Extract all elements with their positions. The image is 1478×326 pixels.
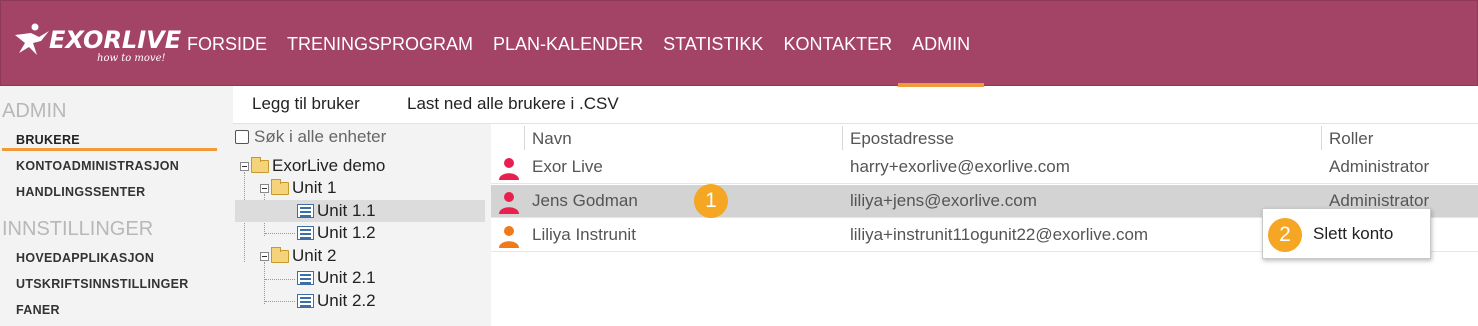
sidebar-item-utskriftsinnstillinger[interactable]: UTSKRIFTSINNSTILLINGER: [16, 277, 189, 291]
step-badge-1: 1: [694, 184, 728, 218]
collapse-icon[interactable]: [240, 161, 249, 171]
runner-logo-icon: [15, 23, 49, 55]
user-email: liliya+jens@exorlive.com: [850, 191, 1037, 210]
folder-icon: [271, 178, 289, 195]
sidebar-item-kontoadministrasjon[interactable]: KONTOADMINISTRASJON: [16, 159, 179, 173]
tree-node-label: Unit 1.2: [317, 223, 376, 242]
search-all-units[interactable]: Søk i alle enheter: [235, 126, 386, 148]
sidebar-active-indicator: [2, 148, 217, 151]
sidebar-section-innstillinger: INNSTILLINGER: [2, 218, 154, 240]
tree-connector: [265, 301, 295, 302]
folder-icon: [271, 246, 289, 263]
column-header-epostadresse[interactable]: Epostadresse: [850, 129, 954, 149]
user-toolbar: Legg til bruker Last ned alle brukere i …: [233, 86, 1478, 124]
context-menu: 2 Slett konto: [1262, 208, 1431, 259]
nav-item-statistikk[interactable]: STATISTIKK: [653, 1, 773, 87]
collapse-icon[interactable]: [260, 183, 269, 193]
tree-node-exorlive-demo[interactable]: ExorLive demo: [240, 155, 385, 177]
tree-node-label: Unit 2: [292, 246, 337, 265]
tree-node-unit-2-1[interactable]: Unit 2.1: [297, 267, 376, 289]
sidebar-item-hovedapplikasjon[interactable]: HOVEDAPPLIKASJON: [16, 251, 154, 265]
user-email: harry+exorlive@exorlive.com: [850, 157, 1070, 176]
unit-icon: [297, 204, 314, 218]
sidebar-item-faner[interactable]: FANER: [16, 303, 60, 317]
tree-node-unit-1-1[interactable]: Unit 1.1: [297, 200, 376, 222]
tree-node-label: Unit 2.1: [317, 268, 376, 287]
exorlive-logo[interactable]: EXORLIVE how to move!: [11, 19, 181, 71]
user-icon: [499, 226, 519, 248]
tree-connector: [265, 279, 295, 280]
sidebar-item-handlingssenter[interactable]: HANDLINGSSENTER: [16, 185, 146, 199]
user-role: Administrator: [1329, 157, 1430, 176]
tree-node-label: Unit 2.2: [317, 291, 376, 310]
nav-item-treningsprogram[interactable]: TRENINGSPROGRAM: [277, 1, 483, 87]
user-icon: [499, 192, 519, 214]
tree-node-label: ExorLive demo: [272, 156, 386, 175]
tree-node-label: Unit 1.1: [317, 201, 376, 220]
tree-node-unit-1-2[interactable]: Unit 1.2: [297, 222, 376, 244]
tree-node-unit-2-2[interactable]: Unit 2.2: [297, 290, 376, 312]
step-badge-2: 2: [1268, 218, 1302, 252]
folder-icon: [251, 156, 269, 173]
search-all-units-checkbox[interactable]: [235, 130, 249, 144]
table-row[interactable]: Exor Live harry+exorlive@exorlive.com Ad…: [491, 151, 1478, 184]
tree-node-unit-2[interactable]: Unit 2: [260, 245, 336, 267]
tree-connector: [265, 233, 295, 234]
collapse-icon[interactable]: [260, 251, 269, 261]
search-all-units-label: Søk i alle enheter: [254, 127, 387, 146]
unit-tree-panel: Søk i alle enheter ExorLive demo Unit 1 …: [233, 124, 491, 326]
delete-account-menu-item[interactable]: Slett konto: [1313, 224, 1393, 244]
unit-icon: [297, 271, 314, 285]
sidebar-item-brukere[interactable]: BRUKERE: [16, 133, 80, 147]
nav-item-forside[interactable]: FORSIDE: [187, 1, 277, 87]
column-separator: [524, 126, 525, 150]
nav-item-admin[interactable]: ADMIN: [898, 1, 985, 87]
column-separator: [1321, 126, 1322, 150]
logo-text: EXORLIVE: [49, 26, 182, 54]
logo-tagline: how to move!: [97, 53, 166, 64]
add-user-button[interactable]: Legg til bruker: [252, 94, 360, 114]
admin-sidebar: ADMIN BRUKERE KONTOADMINISTRASJON HANDLI…: [0, 86, 233, 326]
main-nav: FORSIDE TRENINGSPROGRAM PLAN-KALENDER ST…: [187, 1, 985, 87]
column-header-navn[interactable]: Navn: [532, 129, 572, 149]
user-name: Exor Live: [532, 157, 603, 176]
nav-item-kontakter[interactable]: KONTAKTER: [773, 1, 902, 87]
user-icon: [499, 158, 519, 180]
unit-icon: [297, 294, 314, 308]
tree-node-unit-1[interactable]: Unit 1: [260, 177, 336, 199]
nav-item-plan-kalender[interactable]: PLAN-KALENDER: [483, 1, 653, 87]
column-header-roller[interactable]: Roller: [1329, 129, 1373, 149]
top-header: EXORLIVE how to move! FORSIDE TRENINGSPR…: [0, 0, 1478, 87]
column-separator: [842, 126, 843, 150]
unit-icon: [297, 226, 314, 240]
user-name: Liliya Instrunit: [532, 225, 636, 244]
user-email: liliya+instrunit11ogunit22@exorlive.com: [850, 225, 1149, 244]
sidebar-section-admin: ADMIN: [2, 100, 67, 122]
user-name: Jens Godman: [532, 191, 638, 210]
tree-node-label: Unit 1: [292, 178, 337, 197]
download-csv-button[interactable]: Last ned alle brukere i .CSV: [407, 94, 619, 114]
tree-connector: [264, 262, 265, 304]
